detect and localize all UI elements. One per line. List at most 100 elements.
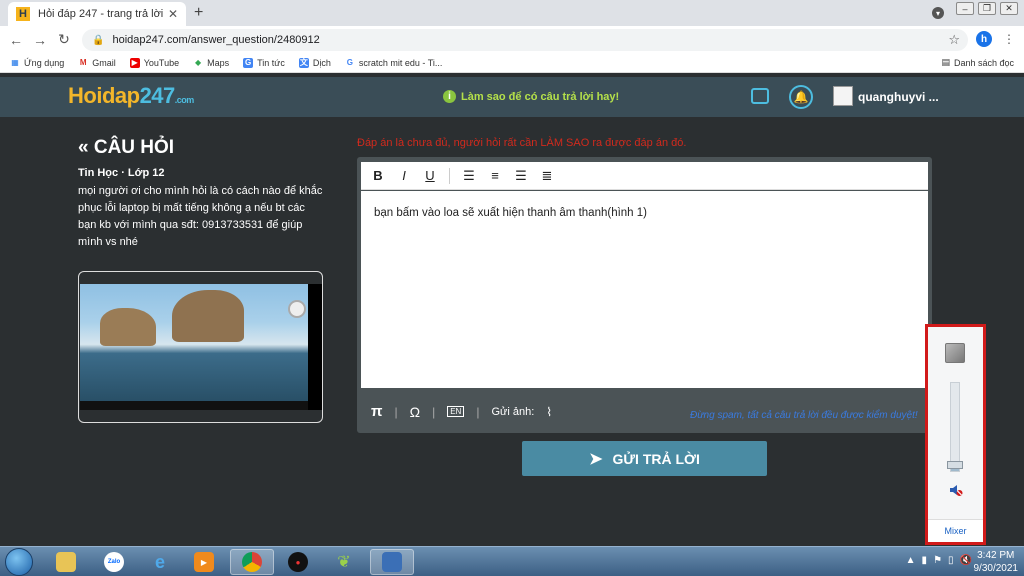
- zalo-taskbar-icon[interactable]: Zalo: [92, 549, 136, 575]
- reading-list[interactable]: ▤ Danh sách đọc: [941, 57, 1014, 68]
- app-taskbar-icon[interactable]: ❦: [322, 549, 366, 575]
- explorer-taskbar-icon[interactable]: [44, 549, 88, 575]
- address-bar[interactable]: 🔒 hoidap247.com/answer_question/2480912 …: [82, 29, 968, 51]
- omega-symbol-icon[interactable]: Ω: [410, 404, 420, 420]
- bookmark-apps[interactable]: ▦ Ứng dụng: [10, 58, 64, 68]
- chat-icon[interactable]: [751, 88, 769, 104]
- close-tab-icon[interactable]: ✕: [168, 7, 178, 21]
- align-center-icon[interactable]: ≡: [488, 168, 502, 183]
- attach-icon[interactable]: ⌇: [546, 405, 552, 419]
- volume-popup: Mixer: [925, 324, 986, 545]
- footer-divider: |: [476, 404, 480, 419]
- forward-arrow-icon[interactable]: →: [28, 32, 52, 48]
- close-window-button[interactable]: ✕: [1000, 2, 1018, 15]
- browser-tab[interactable]: H Hỏi đáp 247 - trang trả lời ✕: [8, 2, 186, 26]
- bookmark-maps[interactable]: ◆ Maps: [193, 58, 229, 68]
- speaker-device-icon[interactable]: [945, 343, 965, 363]
- media-player-icon: ▶: [194, 552, 214, 572]
- mixer-link[interactable]: Mixer: [928, 519, 983, 542]
- start-button[interactable]: [5, 548, 33, 576]
- bold-button[interactable]: B: [371, 168, 385, 183]
- browser-toolbar: ← → ↻ 🔒 hoidap247.com/answer_question/24…: [0, 26, 1024, 53]
- math-pi-icon[interactable]: π: [371, 403, 382, 420]
- align-left-icon[interactable]: ☰: [462, 168, 476, 184]
- editor-footer: π | Ω | EN | Gửi ảnh: ⌇: [371, 403, 552, 420]
- browser-tab-strip: H Hỏi đáp 247 - trang trả lời ✕ + – ❐ ✕ …: [0, 0, 1024, 26]
- youtube-icon: ▶: [129, 57, 140, 68]
- screenshot-edge: [308, 284, 322, 410]
- bookmark-translate[interactable]: 文 Dịch: [298, 57, 331, 68]
- underline-button[interactable]: U: [423, 168, 437, 183]
- taskbar-clock[interactable]: 3:42 PM 9/30/2021: [974, 549, 1019, 575]
- restore-button[interactable]: ❐: [978, 2, 996, 15]
- tab-search-icon[interactable]: ▾: [932, 7, 944, 19]
- signal-icon[interactable]: ▮: [922, 555, 928, 566]
- question-image[interactable]: [78, 271, 323, 423]
- submit-answer-button[interactable]: ➤ GỬI TRẢ LỜI: [522, 441, 767, 476]
- back-arrow-icon[interactable]: ←: [4, 32, 28, 48]
- url-text: hoidap247.com/answer_question/2480912: [112, 34, 320, 46]
- bookmark-scratch[interactable]: Gscratch mit edu - Ti...: [345, 58, 443, 68]
- ie-taskbar-icon[interactable]: e: [138, 549, 182, 575]
- double-chevron-left-icon[interactable]: «: [78, 137, 89, 158]
- site-logo[interactable]: Hoidap247.com: [68, 83, 194, 109]
- new-tab-button[interactable]: +: [194, 4, 203, 22]
- bookmark-star-icon[interactable]: ☆: [948, 32, 960, 48]
- battery-icon[interactable]: ▯: [948, 555, 954, 566]
- flag-icon[interactable]: ⚑: [933, 555, 942, 566]
- user-avatar[interactable]: [833, 86, 853, 106]
- question-text: mọi người ơi cho mình hỏi là có cách nào…: [78, 185, 323, 248]
- bookmark-youtube[interactable]: ▶ YouTube: [129, 57, 179, 68]
- screenshot-taskbar: [80, 401, 308, 410]
- notification-bell-icon[interactable]: 🔔: [789, 85, 813, 109]
- info-icon: i: [443, 90, 456, 103]
- bookmark-gmail[interactable]: M Gmail: [78, 58, 116, 68]
- ebook-icon: [382, 552, 402, 572]
- rock-arch-shape: [172, 290, 244, 342]
- volume-slider[interactable]: [950, 382, 960, 472]
- toolbar-divider: [449, 167, 450, 184]
- spam-notice: Đừng spam, tất cả câu trả lời đều được k…: [690, 410, 918, 421]
- answer-warning: Đáp án là chưa đủ, người hỏi rất cần LÀM…: [357, 137, 687, 149]
- reload-icon[interactable]: ↻: [52, 31, 76, 48]
- muted-speaker-icon[interactable]: [949, 483, 963, 497]
- translate-icon: 文: [298, 57, 309, 68]
- internet-explorer-icon: e: [154, 551, 165, 572]
- align-justify-icon[interactable]: ≣: [540, 168, 554, 184]
- answer-textarea[interactable]: bạn bấm vào loa sẽ xuất hiện thanh âm th…: [361, 191, 928, 388]
- paper-plane-icon: ➤: [589, 450, 603, 468]
- tab-title: Hỏi đáp 247 - trang trả lời: [38, 8, 164, 20]
- minimize-button[interactable]: –: [956, 2, 974, 15]
- profile-avatar[interactable]: h: [976, 31, 992, 47]
- gmail-icon: M: [79, 58, 87, 67]
- bookmark-news[interactable]: G Tin tức: [243, 57, 285, 68]
- italic-button[interactable]: I: [397, 168, 411, 183]
- zalo-icon: Zalo: [104, 552, 124, 572]
- question-subject: Tin Học · Lớp 12: [78, 167, 165, 179]
- question-heading: « CÂU HỎI: [78, 137, 175, 158]
- volume-muted-tray-icon[interactable]: 🔇: [960, 555, 972, 566]
- folder-icon: [56, 552, 76, 572]
- ebook-taskbar-icon[interactable]: [370, 549, 414, 575]
- chrome-icon: [242, 552, 262, 572]
- desktop-wallpaper: [80, 284, 308, 410]
- rock-shape: [100, 308, 156, 346]
- username[interactable]: quanghuyvi ...: [858, 90, 939, 104]
- volume-panel: [928, 327, 983, 519]
- chrome-taskbar-icon[interactable]: [230, 549, 274, 575]
- lock-icon[interactable]: 🔒: [92, 35, 104, 46]
- answer-tip-link[interactable]: i Làm sao để có câu trả lời hay!: [443, 90, 619, 103]
- system-tray: ▲ ▮ ⚑ ▯ 🔇: [906, 555, 972, 566]
- apps-grid-icon: ▦: [11, 58, 19, 67]
- media-taskbar-icon[interactable]: ▶: [182, 549, 226, 575]
- browser-menu-icon[interactable]: ⋮: [1003, 32, 1015, 46]
- show-hidden-icons[interactable]: ▲: [906, 555, 916, 566]
- align-right-icon[interactable]: ☰: [514, 168, 528, 184]
- footer-divider: |: [394, 404, 398, 419]
- recorder-taskbar-icon[interactable]: ●: [276, 549, 320, 575]
- site-header: Hoidap247.com i Làm sao để có câu trả lờ…: [0, 77, 1024, 117]
- language-icon[interactable]: EN: [447, 406, 465, 417]
- volume-slider-thumb[interactable]: [947, 461, 963, 469]
- recorder-icon: ●: [288, 552, 308, 572]
- google-icon: G: [346, 58, 353, 67]
